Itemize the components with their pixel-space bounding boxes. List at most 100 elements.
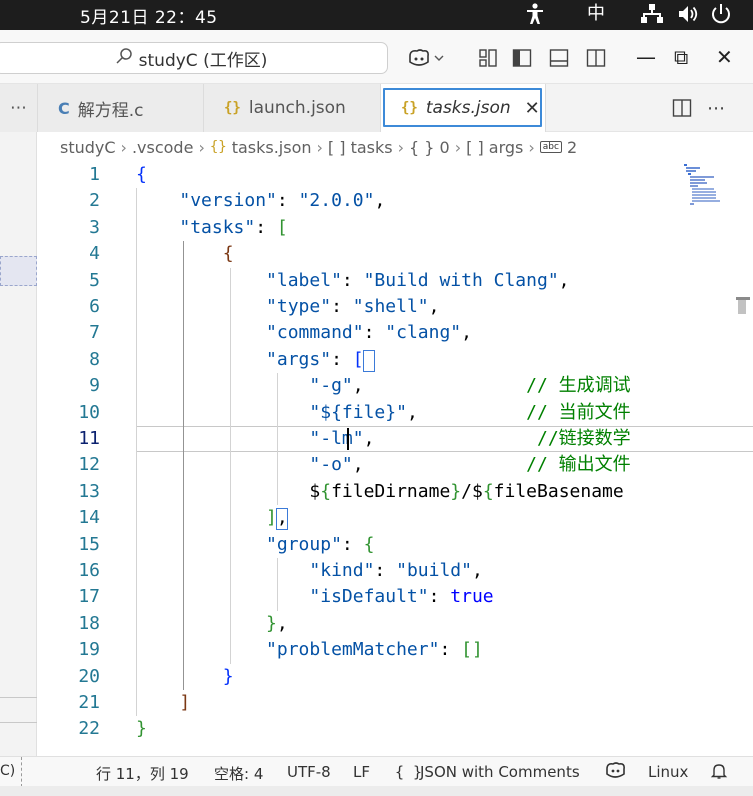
line-number: 9 (89, 375, 100, 397)
braces-icon: { } (395, 763, 423, 781)
breadcrumb: studyC › .vscode › {} tasks.json › [ ] t… (38, 132, 753, 162)
title-bar: studyC (工作区) — ⧉ ✕ (0, 30, 753, 84)
indentation[interactable]: 空格: 4 (214, 763, 263, 784)
input-method-indicator[interactable]: 中 (587, 2, 605, 26)
code-line[interactable]: "kind": "build", (136, 558, 482, 584)
code-line[interactable]: "group": { (136, 532, 374, 558)
system-top-bar: 5月21日 22：45 中 (0, 0, 753, 30)
c-file-icon: C (58, 98, 70, 118)
code-line[interactable]: "version": "2.0.0", (136, 188, 385, 214)
minimize-button[interactable]: — (636, 45, 656, 69)
selected-explorer-item[interactable] (0, 256, 37, 286)
more-icon: ⋯ (10, 98, 27, 118)
breadcrumb-item[interactable]: [ ] tasks (328, 138, 393, 157)
line-number: 22 (78, 718, 100, 740)
os-indicator[interactable]: Linux (648, 763, 688, 781)
line-number: 3 (89, 216, 100, 238)
breadcrumb-item[interactable]: studyC (60, 138, 116, 157)
tab-launch-json[interactable]: {} launch.json (204, 84, 381, 132)
code-line[interactable]: "problemMatcher": [] (136, 637, 483, 663)
code-editor[interactable]: 1 2 3 4 5 6 7 8 9 10 11 12 13 14 15 16 1… (38, 162, 753, 756)
search-icon (115, 47, 133, 69)
code-line[interactable]: "type": "shell", (136, 294, 439, 320)
code-line[interactable]: "-g", // 生成调试 (136, 373, 630, 399)
tab-jiefangcheng-c[interactable]: C 解方程.c (38, 84, 204, 132)
toggle-primary-sidebar-icon[interactable] (512, 48, 534, 68)
language-mode[interactable]: JSON with Comments (420, 763, 580, 781)
chevron-right-icon: › (454, 137, 462, 157)
code-line[interactable]: } (136, 664, 234, 690)
code-line[interactable]: ${fileDirname}/${fileBasename (136, 479, 623, 505)
code-line[interactable]: } (136, 716, 147, 742)
code-line[interactable]: "args": [ (136, 347, 364, 373)
line-number: 10 (78, 401, 100, 423)
editor-tab-bar: ⋯ C 解方程.c {} launch.json {} tasks.json ✕ (0, 84, 753, 132)
code-line[interactable]: "tasks": [ (136, 215, 287, 241)
code-line[interactable]: "isDefault": true (136, 584, 493, 610)
chevron-right-icon: › (528, 137, 535, 157)
code-line[interactable]: }, (136, 611, 288, 637)
more-actions-icon[interactable]: ⋯ (707, 84, 725, 132)
line-number: 2 (89, 190, 100, 212)
status-bar: C) 行 11，列 19 空格: 4 UTF-8 LF { } JSON wit… (0, 756, 753, 787)
toggle-secondary-sidebar-icon[interactable] (586, 48, 608, 68)
minimap[interactable] (684, 162, 744, 222)
matching-bracket-highlight (363, 350, 375, 372)
code-line[interactable]: "-o", // 输出文件 (136, 452, 630, 478)
sidebar-divider (0, 722, 37, 723)
code-line[interactable]: { (136, 241, 234, 267)
accessibility-icon[interactable] (524, 2, 546, 33)
breadcrumb-item[interactable]: tasks.json (232, 138, 312, 157)
breadcrumb-item[interactable]: 2 (567, 138, 577, 157)
network-icon[interactable] (640, 2, 664, 33)
code-line[interactable]: "${file}", // 当前文件 (136, 400, 630, 426)
breadcrumb-item[interactable]: .vscode (132, 138, 193, 157)
code-line[interactable]: "label": "Build with Clang", (136, 268, 569, 294)
cursor-position[interactable]: 行 11，列 19 (96, 763, 189, 784)
line-number: 21 (78, 692, 100, 713)
end-of-line[interactable]: LF (353, 763, 370, 781)
code-line[interactable]: ] (136, 690, 190, 716)
bottom-strip (0, 786, 753, 796)
line-number: 13 (78, 480, 100, 502)
copilot-icon[interactable] (407, 48, 447, 68)
matching-bracket-highlight (276, 508, 288, 530)
vertical-scrollbar[interactable] (738, 300, 746, 314)
text-cursor (347, 428, 349, 450)
code-line[interactable]: "-lm", //链接数学 (136, 426, 630, 452)
tab-overflow-more[interactable]: ⋯ (0, 84, 38, 132)
split-editor-icon[interactable] (672, 84, 692, 132)
close-button[interactable]: ✕ (716, 45, 733, 69)
volume-icon[interactable] (677, 2, 701, 33)
code-line[interactable]: ], (136, 505, 288, 531)
json-file-icon: {} (224, 100, 241, 116)
restore-button[interactable]: ⧉ (674, 45, 688, 69)
tab-label: 解方程.c (77, 100, 144, 121)
string-symbol-icon: abc (539, 141, 562, 153)
customize-layout-icon[interactable] (478, 48, 500, 68)
command-center-label: studyC (工作区) (138, 50, 268, 71)
json-file-icon: {} (209, 139, 227, 155)
remote-indicator[interactable]: C) (0, 757, 22, 787)
active-tab-focus-ring (383, 88, 542, 127)
code-line[interactable]: { (136, 162, 147, 188)
line-number-current: 11 (78, 428, 100, 449)
toggle-panel-icon[interactable] (549, 48, 571, 68)
line-number: 8 (89, 348, 100, 370)
line-number: 6 (89, 296, 100, 317)
bell-icon[interactable] (710, 762, 728, 784)
line-number: 14 (78, 507, 100, 529)
breadcrumb-item[interactable]: { } 0 (409, 138, 450, 157)
line-number: 19 (78, 639, 100, 661)
copilot-icon[interactable] (605, 762, 627, 784)
code-line[interactable]: "command": "clang", (136, 320, 472, 346)
encoding[interactable]: UTF-8 (287, 763, 331, 781)
command-center[interactable]: studyC (工作区) (0, 42, 388, 74)
line-number: 18 (78, 612, 100, 634)
line-number: 12 (78, 454, 100, 476)
line-number: 16 (78, 560, 100, 581)
power-icon[interactable] (709, 2, 733, 33)
explorer-sidebar[interactable] (0, 132, 37, 756)
breadcrumb-item[interactable]: [ ] args (466, 138, 523, 157)
clock[interactable]: 5月21日 22：45 (80, 3, 218, 28)
